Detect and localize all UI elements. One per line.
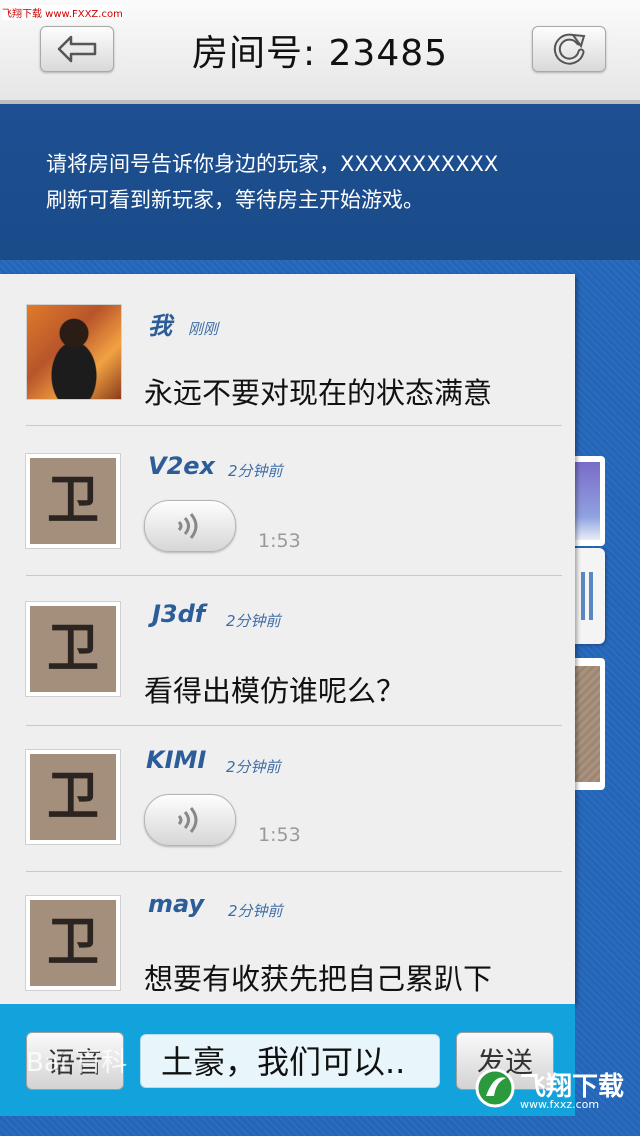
chat-list[interactable]: 我 刚刚 永远不要对现在的状态满意 卫 V2ex 2分钟前 1:53 卫 J3d… (0, 274, 575, 1004)
voice-duration: 1:53 (258, 824, 301, 846)
stamp-logo-icon: 卫 (46, 766, 99, 827)
list-item: 卫 KIMI 2分钟前 1:53 (0, 726, 575, 872)
room-number: 23485 (328, 33, 449, 74)
sender-name: 我 (148, 312, 172, 340)
sender-name: may (148, 890, 205, 918)
page-title: 房间号: 23485 (120, 24, 520, 76)
list-item: 卫 may 2分钟前 想要有收获先把自己累趴下 (0, 872, 575, 1004)
list-item: 卫 J3df 2分钟前 看得出模仿谁呢么？ (0, 576, 575, 726)
list-item: 卫 V2ex 2分钟前 1:53 (0, 426, 575, 576)
refresh-button[interactable] (532, 26, 606, 72)
notice-text: 请将房间号告诉你身边的玩家，XXXXXXXXXXX 刷新可看到新玩家，等待房主开… (46, 146, 606, 218)
drawer-handle[interactable] (575, 548, 605, 644)
voice-message-button[interactable] (144, 794, 236, 846)
message-text: 想要有收获先把自己累趴下 (144, 962, 493, 996)
avatar[interactable]: 卫 (25, 749, 121, 845)
timestamp: 2分钟前 (226, 612, 281, 630)
refresh-icon (553, 33, 586, 65)
next-card-preview[interactable] (575, 456, 605, 546)
room-label: 房间号: (191, 33, 317, 74)
avatar[interactable]: 卫 (25, 453, 121, 549)
avatar[interactable] (26, 304, 122, 400)
back-arrow-icon (57, 35, 97, 63)
message-text: 永远不要对现在的状态满意 (144, 376, 493, 410)
back-button[interactable] (40, 26, 114, 72)
watermark-logo-url: www.fxxz.com (520, 1098, 600, 1111)
message-input[interactable]: 土豪，我们可以.. (140, 1034, 440, 1088)
message-text: 看得出模仿谁呢么？ (144, 674, 406, 708)
notice-line-1: 请将房间号告诉你身边的玩家，XXXXXXXXXXX (46, 152, 499, 176)
notice-line-2: 刷新可看到新玩家，等待房主开始游戏。 (46, 188, 424, 212)
watermark-top: 飞翔下载 www.FXXZ.com (2, 5, 123, 20)
voice-duration: 1:53 (258, 530, 301, 552)
sound-wave-icon (177, 807, 198, 833)
watermark-baidu: Bai 百科 (26, 1048, 128, 1078)
avatar[interactable]: 卫 (25, 895, 121, 991)
sender-name: V2ex (148, 452, 216, 480)
next-card-preview-2[interactable] (575, 658, 605, 790)
stamp-logo-icon: 卫 (46, 912, 99, 973)
top-bar: 飞翔下载 www.FXXZ.com 房间号: 23485 (0, 0, 640, 104)
sender-name: KIMI (146, 746, 207, 774)
stamp-logo-icon: 卫 (46, 618, 99, 679)
avatar[interactable]: 卫 (25, 601, 121, 697)
feixiang-logo-icon (475, 1068, 515, 1108)
voice-message-button[interactable] (144, 500, 236, 552)
sound-wave-icon (177, 513, 198, 539)
watermark-logo: 飞翔下载 www.fxxz.com (474, 1064, 634, 1114)
timestamp: 刚刚 (188, 320, 219, 338)
stamp-logo-icon: 卫 (46, 470, 99, 531)
timestamp: 2分钟前 (228, 902, 283, 920)
timestamp: 2分钟前 (226, 758, 281, 776)
timestamp: 2分钟前 (228, 462, 283, 480)
sender-name: J3df (152, 600, 206, 628)
list-item: 我 刚刚 永远不要对现在的状态满意 (0, 274, 575, 426)
notice-panel: 请将房间号告诉你身边的玩家，XXXXXXXXXXX 刷新可看到新玩家，等待房主开… (0, 104, 640, 260)
